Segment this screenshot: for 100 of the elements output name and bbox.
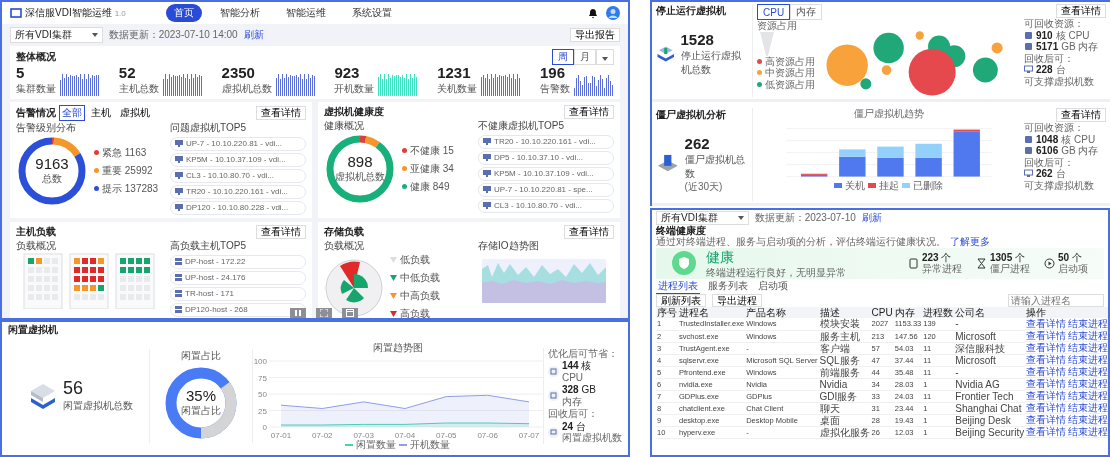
toolbar-button[interactable]: 刷新列表 <box>656 294 706 307</box>
legend-label: 亚健康 34 <box>410 161 454 176</box>
bell-icon[interactable] <box>588 7 598 19</box>
row-action-button[interactable]: 查看详情 <box>1026 330 1067 341</box>
resource-label: CPU <box>561 371 585 383</box>
panel-title: 停止运行虚拟机 <box>656 4 727 18</box>
row-action-button[interactable]: 查看详情 <box>1026 342 1067 353</box>
legend-label: 中低负载 <box>400 270 440 285</box>
nav-tab[interactable]: 首页 <box>165 4 202 22</box>
server-icon <box>175 290 182 297</box>
legend-dot <box>94 150 99 155</box>
row-action-button[interactable]: 结束进程 <box>1068 402 1108 413</box>
ratio-label: 闲置占比 <box>181 404 221 418</box>
x-tick: 07-04 <box>394 430 416 439</box>
list-tab[interactable]: 启动项 <box>756 279 790 294</box>
row-action-button[interactable]: 结束进程 <box>1068 390 1108 401</box>
window-button[interactable] <box>342 308 358 318</box>
legend-label: 高资源占用 <box>765 55 815 67</box>
kpi-label: 闲置虚拟机总数 <box>63 399 133 413</box>
donut-label: 虚拟机总数 <box>335 170 385 184</box>
funnel-drawing <box>757 31 777 56</box>
row-action-button[interactable]: 查看详情 <box>1026 378 1067 389</box>
list-tab[interactable]: 服务列表 <box>706 279 750 294</box>
section-label: 回收后可： <box>1024 52 1074 64</box>
row-action-button[interactable]: 结束进程 <box>1068 366 1108 377</box>
cluster-select[interactable]: 所有VDI集群 <box>656 211 749 225</box>
row-action-button[interactable]: 查看详情 <box>1026 366 1067 377</box>
toolbar-button[interactable]: 导出进程 <box>712 294 762 307</box>
legend-label: 关机 <box>845 179 865 191</box>
details-button[interactable]: 查看详情 <box>564 224 614 239</box>
row-action-button[interactable]: 结束进程 <box>1068 330 1108 341</box>
row-action-button[interactable]: 结束进程 <box>1068 378 1108 389</box>
column-header: 描述 <box>818 307 871 318</box>
row-action-button[interactable]: 查看详情 <box>1026 318 1067 329</box>
period-toggle[interactable]: 月 <box>574 49 596 65</box>
learn-more-link[interactable]: 了解更多 <box>950 236 990 248</box>
legend-label: 提示 137283 <box>102 181 159 196</box>
kpi-note: (近30天) <box>684 180 724 192</box>
row-action-button[interactable]: 结束进程 <box>1068 318 1108 329</box>
export-button[interactable]: 导出报告 <box>570 28 620 42</box>
avatar[interactable] <box>606 6 620 20</box>
legend-label: 高负载 <box>400 306 430 318</box>
legend-dot <box>402 166 407 171</box>
x-tick: 07-01 <box>270 430 292 439</box>
column-header: 进程名 <box>678 307 746 318</box>
filter-tab[interactable]: 虚拟机 <box>117 104 153 121</box>
stat-label: 主机总数 <box>118 81 159 96</box>
details-button[interactable]: 查看详情 <box>256 105 306 120</box>
refresh-link[interactable]: 刷新 <box>243 28 264 42</box>
details-button[interactable]: 查看详情 <box>564 104 614 119</box>
row-action-button[interactable]: 查看详情 <box>1026 402 1067 413</box>
table-cell: 深信服科技 <box>954 342 1026 354</box>
section-label: 回收后可： <box>1024 156 1074 168</box>
nav-tab[interactable]: 智能运维 <box>277 4 334 22</box>
row-action-button[interactable]: 查看详情 <box>1026 390 1067 401</box>
pause-icon <box>294 309 302 317</box>
kpi-value: 1528 <box>680 32 715 49</box>
legend-label: 中高负载 <box>400 288 440 303</box>
row-action-button[interactable]: 结束进程 <box>1068 414 1108 425</box>
table-cell: 前端服务 <box>818 366 871 378</box>
chart-title: 负载概况 <box>16 238 57 253</box>
kpi-label: 僵尸虚拟机总数 <box>684 152 746 181</box>
legend-label: 挂起 <box>879 179 899 191</box>
cluster-select[interactable]: 所有VDI集群 <box>10 27 103 43</box>
stat-value: 923 <box>334 65 361 82</box>
details-button[interactable]: 查看详情 <box>1056 108 1106 122</box>
nav-tab[interactable]: 智能分析 <box>211 4 268 22</box>
period-dropdown[interactable] <box>596 49 614 65</box>
fullscreen-button[interactable] <box>316 308 332 318</box>
resource-toggle[interactable]: 内存 <box>790 4 823 20</box>
details-button[interactable]: 查看详情 <box>1056 4 1106 18</box>
stat-label: 启动项 <box>1058 263 1088 275</box>
period-toggle[interactable]: 周 <box>552 49 574 65</box>
resource-value: 24 台 <box>561 420 586 432</box>
monitor-icon <box>1024 65 1033 75</box>
row-action-button[interactable]: 查看详情 <box>1026 414 1067 425</box>
table-cell: Microsoft <box>954 354 1026 366</box>
legend-label: 中资源占用 <box>765 67 815 79</box>
pause-button[interactable] <box>290 308 306 318</box>
row-action-button[interactable]: 查看详情 <box>1026 354 1067 365</box>
resource-value: 328 GB <box>561 384 596 396</box>
resource-toggle[interactable]: CPU <box>757 4 791 20</box>
row-action-button[interactable]: 结束进程 <box>1068 426 1108 437</box>
row-action-button[interactable]: 结束进程 <box>1068 342 1108 353</box>
row-action-button[interactable]: 查看详情 <box>1026 426 1067 437</box>
chart-title: 告警级别分布 <box>16 120 77 135</box>
nav-tab[interactable]: 系统设置 <box>343 4 400 22</box>
filter-tab[interactable]: 全部 <box>59 104 85 121</box>
kpi-value: 56 <box>63 378 85 399</box>
stat-value: 52 <box>118 65 137 82</box>
row-action-button[interactable]: 结束进程 <box>1068 354 1108 365</box>
details-button[interactable]: 查看详情 <box>256 224 306 239</box>
monitor-icon <box>175 188 183 195</box>
resource-value: 262 <box>1036 168 1053 180</box>
filter-tab[interactable]: 主机 <box>88 104 114 121</box>
resource-label: 可支撑虚拟机数 <box>1024 75 1094 87</box>
stat-value: 50 个 <box>1058 251 1083 263</box>
refresh-link[interactable]: 刷新 <box>861 212 882 224</box>
caret-icon <box>737 215 744 220</box>
search-field[interactable]: 请输入进程名 <box>1008 294 1104 307</box>
